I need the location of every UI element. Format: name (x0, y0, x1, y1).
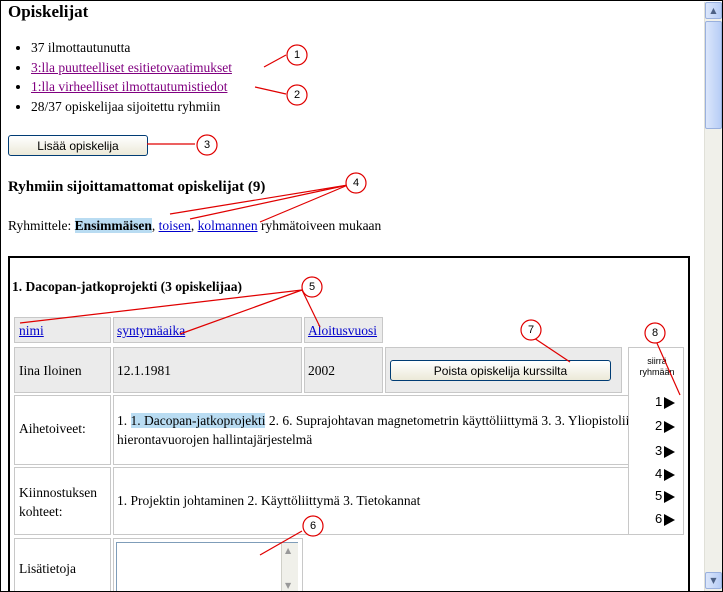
extra-info-textarea[interactable] (116, 542, 298, 591)
arrow-right-icon (664, 513, 676, 526)
page-frame: Opiskelijat 37 ilmottautunutta 3:lla puu… (0, 0, 723, 592)
interests-text: 1. Projektin johtaminen 2. Käyttöliittym… (117, 493, 421, 508)
move-to-group-3[interactable]: 3 (655, 443, 676, 458)
move-to-group-6[interactable]: 6 (655, 511, 676, 526)
move-to-group-2[interactable]: 2 (655, 418, 676, 433)
student-start-year-cell: 2002 (304, 347, 383, 393)
scroll-down-icon[interactable]: ▼ (285, 581, 291, 590)
student-start-year: 2002 (308, 363, 335, 378)
arrow-right-icon (664, 420, 676, 433)
link-registration-errors[interactable]: 1:lla virheelliset ilmottautumistiedot (31, 79, 227, 94)
move-to-group-4[interactable]: 4 (655, 466, 676, 481)
scroll-down-button[interactable]: ▼ (705, 572, 722, 589)
column-header-start-year: Aloitusvuosi (304, 317, 383, 343)
extra-info-label-cell: Lisätietoja (14, 538, 111, 591)
link-incomplete-prerequisites[interactable]: 3:lla puutteelliset esitietovaatimukset (31, 60, 232, 75)
wishes-label-cell: Aihetoiveet: (14, 395, 111, 465)
extra-info-scrollbar[interactable]: ▲ ▼ (281, 543, 298, 591)
stats-list: 37 ilmottautunutta 3:lla puutteelliset e… (15, 38, 232, 116)
stat-registration-errors: 1:lla virheelliset ilmottautumistiedot (31, 77, 232, 97)
column-header-birthdate: syntymäaika (113, 317, 302, 343)
unassigned-heading: Ryhmiin sijoittamattomat opiskelijat (9) (8, 179, 266, 195)
page-scrollbar[interactable]: ▲ ▼ (704, 2, 722, 591)
scroll-up-icon[interactable]: ▲ (285, 546, 291, 555)
extra-info-label: Lisätietoja (19, 561, 76, 576)
student-birthdate-cell: 12.1.1981 (113, 347, 302, 393)
sort-by-name[interactable]: nimi (19, 323, 44, 339)
wishes-cell: 1. 1. Dacopan-jatkoprojekti 2. 6. Supraj… (113, 395, 684, 465)
scroll-down-icon: ▼ (710, 576, 717, 585)
group-by-row: Ryhmittele: Ensimmäisen, toisen, kolmann… (8, 218, 382, 233)
move-to-group-1[interactable]: 1 (655, 394, 676, 409)
student-birthdate: 12.1.1981 (117, 363, 171, 378)
scroll-thumb[interactable] (705, 21, 722, 129)
arrow-right-icon (664, 445, 676, 458)
stat-prerequisites: 3:lla puutteelliset esitietovaatimukset (31, 58, 232, 78)
scroll-up-button[interactable]: ▲ (705, 2, 722, 19)
group-by-first[interactable]: Ensimmäisen (74, 218, 152, 233)
student-name: Iina Iloinen (19, 363, 82, 378)
sort-by-birthdate[interactable]: syntymäaika (117, 323, 185, 339)
scroll-up-icon: ▲ (710, 6, 717, 15)
group-title: 1. Dacopan-jatkoprojekti (3 opiskelijaa) (12, 279, 243, 294)
interests-cell: 1. Projektin johtaminen 2. Käyttöliittym… (113, 467, 684, 535)
arrow-right-icon (664, 490, 676, 503)
group-by-second[interactable]: toisen (159, 218, 191, 233)
interests-label-cell: Kiinnostuksen kohteet: (14, 467, 111, 535)
stat-assigned: 28/37 opiskelijaa sijoitettu ryhmiin (31, 97, 232, 117)
remove-student-button[interactable]: Poista opiskelija kurssilta (390, 360, 611, 381)
student-name-cell: Iina Iloinen (14, 347, 111, 393)
add-student-button[interactable]: Lisää opiskelija (8, 135, 148, 156)
stat-registered: 37 ilmottautunutta (31, 38, 232, 58)
interests-label: Kiinnostuksen kohteet: (19, 485, 98, 519)
arrow-right-icon (664, 468, 676, 481)
group-by-third[interactable]: kolmannen (198, 218, 258, 233)
page-title: Opiskelijat (8, 2, 89, 21)
move-to-group-header: siirrä ryhmään (639, 356, 675, 377)
wish-current-group: 1. Dacopan-jatkoprojekti (130, 413, 266, 428)
wishes-text: 1. 1. Dacopan-jatkoprojekti 2. 6. Supraj… (117, 413, 670, 447)
arrow-right-icon (664, 396, 676, 409)
sort-by-start-year[interactable]: Aloitusvuosi (308, 323, 377, 339)
move-to-group-5[interactable]: 5 (655, 488, 676, 503)
column-header-name: nimi (14, 317, 111, 343)
wishes-label: Aihetoiveet: (19, 421, 86, 436)
